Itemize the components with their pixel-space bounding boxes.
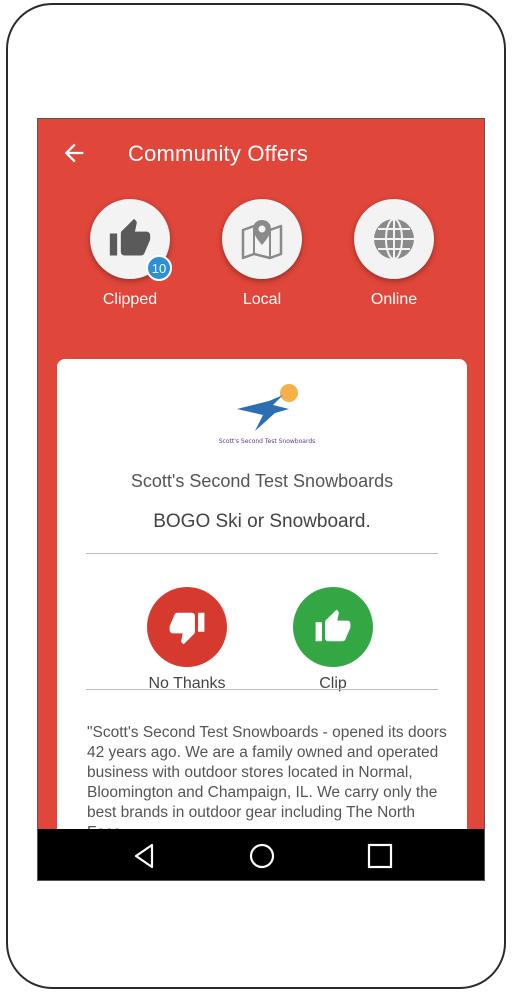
- offer-description: "Scott's Second Test Snowboards - opened…: [87, 724, 447, 841]
- page-title: Community Offers: [128, 141, 309, 166]
- back-arrow-icon[interactable]: [60, 139, 88, 167]
- divider-bottom: [86, 689, 438, 690]
- thumbs-down-icon: [169, 612, 205, 645]
- thumbs-up-icon: [315, 609, 351, 642]
- offer-card: Scott's Second Test Snowboards Scott's S…: [57, 359, 467, 880]
- thumbs-up-icon: [109, 218, 151, 256]
- system-nav-bar: [38, 829, 484, 880]
- nav-item-clipped[interactable]: 10 Clipped: [80, 199, 180, 309]
- offer-category-nav: 10 Clipped Local Online: [38, 199, 484, 319]
- app-bar: Community Offers: [38, 119, 484, 191]
- back-triangle-icon[interactable]: [130, 841, 160, 871]
- no-thanks-action[interactable]: No Thanks: [127, 587, 247, 693]
- local-button[interactable]: [222, 199, 302, 279]
- no-thanks-label: No Thanks: [148, 675, 226, 692]
- online-button[interactable]: [354, 199, 434, 279]
- recents-square-icon[interactable]: [365, 841, 395, 871]
- app-screen: Community Offers 10 Clipped Local Online…: [37, 118, 485, 881]
- clipped-button[interactable]: 10: [90, 199, 172, 281]
- offer-title: BOGO Ski or Snowboard.: [153, 511, 371, 532]
- clipped-count-badge: 10: [146, 255, 172, 281]
- brand-name: Scott's Second Test Snowboards: [130, 471, 394, 491]
- map-pin-icon: [241, 220, 283, 260]
- brand-logo: Scott's Second Test Snowboards: [219, 384, 316, 445]
- nav-item-online[interactable]: Online: [344, 199, 444, 309]
- clip-label: Clip: [319, 675, 347, 692]
- home-circle-icon[interactable]: [247, 841, 277, 871]
- divider-top: [86, 553, 438, 554]
- nav-label-local: Local: [242, 291, 282, 308]
- nav-label-online: Online: [370, 291, 418, 308]
- globe-icon: [374, 218, 414, 260]
- clip-action[interactable]: Clip: [273, 587, 393, 693]
- clip-button[interactable]: [293, 587, 373, 667]
- no-thanks-button[interactable]: [147, 587, 227, 667]
- nav-item-local[interactable]: Local: [212, 199, 312, 309]
- logo-text: Scott's Second Test Snowboards: [219, 438, 316, 445]
- nav-label-clipped: Clipped: [102, 291, 158, 308]
